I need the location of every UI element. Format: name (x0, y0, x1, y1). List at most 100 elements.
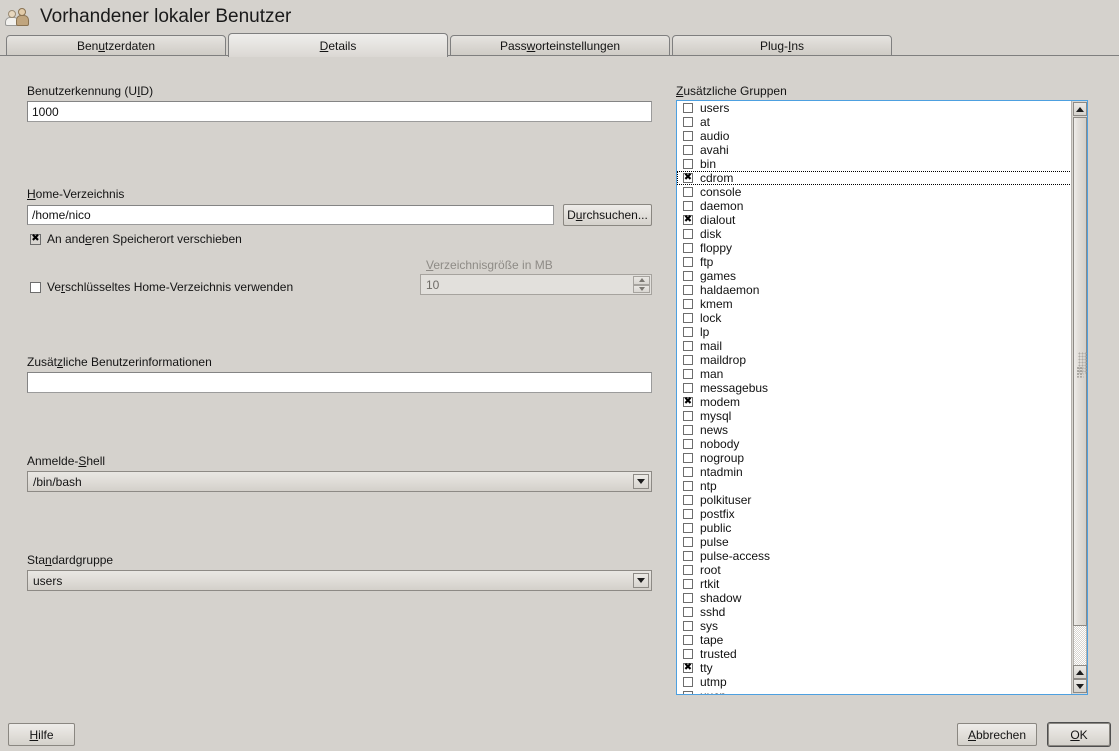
group-list-item[interactable]: pulse (677, 535, 1072, 549)
group-checkbox[interactable] (683, 243, 693, 253)
group-list-item[interactable]: ntp (677, 479, 1072, 493)
group-checkbox[interactable] (683, 173, 693, 183)
group-checkbox[interactable] (683, 621, 693, 631)
group-checkbox[interactable] (683, 117, 693, 127)
group-list-item[interactable]: floppy (677, 241, 1072, 255)
directory-size-spinbox[interactable]: 10 (420, 274, 652, 295)
move-home-checkbox-box[interactable] (30, 233, 41, 245)
group-checkbox[interactable] (683, 159, 693, 169)
group-list-item[interactable]: maildrop (677, 353, 1072, 367)
directory-size-decrement[interactable] (633, 284, 650, 293)
login-shell-combo[interactable]: /bin/bash (27, 471, 652, 492)
group-list-item[interactable]: console (677, 185, 1072, 199)
group-checkbox[interactable] (683, 131, 693, 141)
group-checkbox[interactable] (683, 299, 693, 309)
home-directory-input[interactable]: /home/nico (27, 205, 554, 225)
group-list-item[interactable]: lock (677, 311, 1072, 325)
group-checkbox[interactable] (683, 285, 693, 295)
group-checkbox[interactable] (683, 523, 693, 533)
group-list-item[interactable]: disk (677, 227, 1072, 241)
group-checkbox[interactable] (683, 467, 693, 477)
encrypt-home-checkbox[interactable]: Verschlüsseltes Home-Verzeichnis verwend… (30, 280, 293, 294)
group-list-item[interactable]: utmp (677, 675, 1072, 689)
additional-groups-listbox[interactable]: usersataudioavahibincdromconsoledaemon di… (676, 100, 1088, 695)
scrollbar-up-button-bottom[interactable] (1073, 665, 1087, 679)
uid-input[interactable]: 1000 (27, 101, 652, 122)
group-list-item[interactable]: nogroup (677, 451, 1072, 465)
group-checkbox[interactable] (683, 201, 693, 211)
group-checkbox[interactable] (683, 649, 693, 659)
pane-resize-grip[interactable] (1078, 352, 1087, 374)
group-checkbox[interactable] (683, 509, 693, 519)
group-list-item[interactable]: modem (677, 395, 1072, 409)
group-checkbox[interactable] (683, 677, 693, 687)
scrollbar-down-button[interactable] (1073, 679, 1087, 693)
cancel-button[interactable]: Abbrechen (957, 723, 1037, 746)
group-list-item[interactable]: postfix (677, 507, 1072, 521)
group-checkbox[interactable] (683, 229, 693, 239)
group-checkbox[interactable] (683, 565, 693, 575)
group-list-item[interactable]: at (677, 115, 1072, 129)
group-list-item[interactable]: cdrom (677, 171, 1072, 185)
group-checkbox[interactable] (683, 691, 693, 694)
login-shell-chevron-down-icon[interactable] (633, 474, 649, 489)
group-list-item[interactable]: polkituser (677, 493, 1072, 507)
tab-passworteinstellungen[interactable]: Passworteinstellungen (450, 35, 670, 56)
group-checkbox[interactable] (683, 215, 693, 225)
groups-list-scrollbar[interactable] (1071, 101, 1087, 694)
ok-button[interactable]: OK (1048, 723, 1110, 746)
directory-size-increment[interactable] (633, 276, 650, 285)
group-checkbox[interactable] (683, 257, 693, 267)
group-checkbox[interactable] (683, 551, 693, 561)
group-list-item[interactable]: public (677, 521, 1072, 535)
group-list-item[interactable]: ntadmin (677, 465, 1072, 479)
group-checkbox[interactable] (683, 635, 693, 645)
group-checkbox[interactable] (683, 103, 693, 113)
group-list-item[interactable]: users (677, 101, 1072, 115)
group-checkbox[interactable] (683, 425, 693, 435)
group-list-item[interactable]: tape (677, 633, 1072, 647)
default-group-chevron-down-icon[interactable] (633, 573, 649, 588)
group-checkbox[interactable] (683, 187, 693, 197)
group-list-item[interactable]: nobody (677, 437, 1072, 451)
default-group-combo[interactable]: users (27, 570, 652, 591)
group-list-item[interactable]: games (677, 269, 1072, 283)
group-list-item[interactable]: sshd (677, 605, 1072, 619)
group-list-item[interactable]: mail (677, 339, 1072, 353)
group-list-item[interactable]: haldaemon (677, 283, 1072, 297)
group-checkbox[interactable] (683, 271, 693, 281)
browse-button[interactable]: Durchsuchen... (563, 204, 652, 226)
group-list-item[interactable]: trusted (677, 647, 1072, 661)
tab-benutzerdaten[interactable]: Benutzerdaten (6, 35, 226, 56)
group-checkbox[interactable] (683, 593, 693, 603)
group-checkbox[interactable] (683, 355, 693, 365)
group-checkbox[interactable] (683, 383, 693, 393)
group-checkbox[interactable] (683, 341, 693, 351)
tab-plugins[interactable]: Plug-Ins (672, 35, 892, 56)
group-list-item[interactable]: man (677, 367, 1072, 381)
group-list-item[interactable]: avahi (677, 143, 1072, 157)
group-list-item[interactable]: rtkit (677, 577, 1072, 591)
group-list-item[interactable]: daemon (677, 199, 1072, 213)
additional-user-info-input[interactable] (27, 372, 652, 393)
group-list-item[interactable]: kmem (677, 297, 1072, 311)
group-list-item[interactable]: messagebus (677, 381, 1072, 395)
group-list-item[interactable]: mysql (677, 409, 1072, 423)
scrollbar-trough[interactable] (1073, 626, 1087, 665)
group-checkbox[interactable] (683, 453, 693, 463)
help-button[interactable]: Hilfe (8, 723, 75, 746)
group-list-item[interactable]: news (677, 423, 1072, 437)
group-checkbox[interactable] (683, 313, 693, 323)
group-list-item[interactable]: bin (677, 157, 1072, 171)
group-checkbox[interactable] (683, 369, 693, 379)
group-checkbox[interactable] (683, 495, 693, 505)
group-list-item[interactable]: audio (677, 129, 1072, 143)
encrypt-home-checkbox-box[interactable] (30, 281, 41, 293)
group-checkbox[interactable] (683, 481, 693, 491)
group-checkbox[interactable] (683, 607, 693, 617)
group-checkbox[interactable] (683, 537, 693, 547)
group-list-item[interactable]: pulse-access (677, 549, 1072, 563)
group-list-item[interactable]: tty (677, 661, 1072, 675)
group-list-item[interactable]: root (677, 563, 1072, 577)
scrollbar-up-button-top[interactable] (1073, 102, 1087, 116)
